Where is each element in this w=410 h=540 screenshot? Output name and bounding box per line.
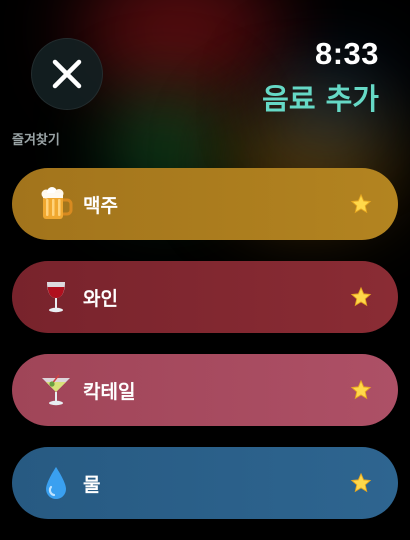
close-button[interactable] xyxy=(31,38,103,110)
page-title: 음료 추가 xyxy=(262,82,379,116)
drink-item-label: 물 xyxy=(83,473,101,496)
drink-item-water[interactable]: 물 xyxy=(12,447,398,519)
close-icon xyxy=(50,57,84,91)
drink-item-label: 맥주 xyxy=(83,194,118,217)
cocktail-glass-icon xyxy=(38,372,74,408)
star-icon[interactable] xyxy=(350,472,372,494)
section-label-favorites: 즐겨찾기 xyxy=(12,133,60,148)
drink-item-label: 와인 xyxy=(83,287,118,310)
star-icon[interactable] xyxy=(350,379,372,401)
drink-item-label: 칵테일 xyxy=(83,380,136,403)
clock: 8:33 xyxy=(314,36,379,71)
water-drop-icon xyxy=(38,465,74,501)
star-icon[interactable] xyxy=(350,193,372,215)
background-glow xyxy=(80,0,280,100)
drink-list: 맥주 와인 칵테일 물 xyxy=(12,168,398,540)
drink-item-beer[interactable]: 맥주 xyxy=(12,168,398,240)
wine-glass-icon xyxy=(38,279,74,315)
beer-mug-icon xyxy=(38,186,74,222)
drink-item-wine[interactable]: 와인 xyxy=(12,261,398,333)
drink-item-cocktail[interactable]: 칵테일 xyxy=(12,354,398,426)
star-icon[interactable] xyxy=(350,286,372,308)
